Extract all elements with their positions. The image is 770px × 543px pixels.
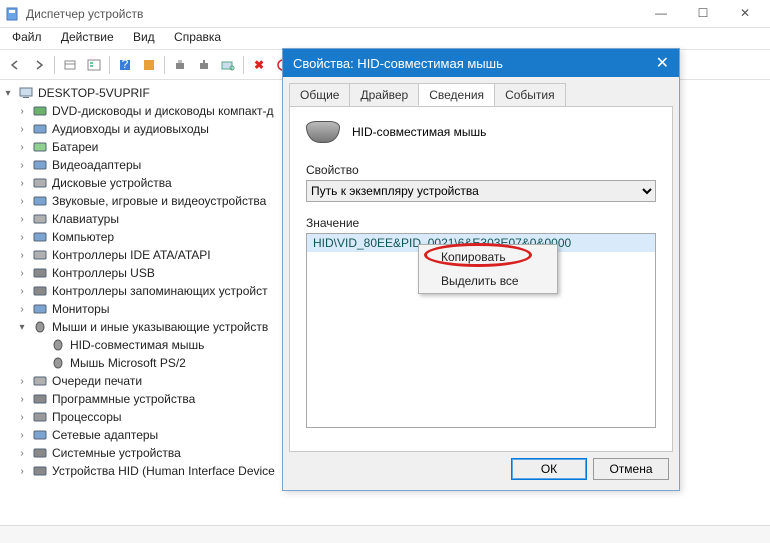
device-category-icon	[32, 392, 48, 406]
dialog-title: Свойства: HID-совместимая мышь	[293, 56, 656, 71]
device-category-icon	[32, 464, 48, 478]
menu-bar: Файл Действие Вид Справка	[0, 28, 770, 50]
device-category-icon	[32, 230, 48, 244]
dialog-titlebar: Свойства: HID-совместимая мышь ✕	[283, 49, 679, 77]
window-title: Диспетчер устройств	[26, 7, 640, 21]
device-category-icon	[32, 122, 48, 136]
menu-help[interactable]: Справка	[166, 28, 229, 46]
device-category-icon	[32, 158, 48, 172]
forward-button[interactable]	[28, 54, 50, 76]
device-category-icon	[32, 140, 48, 154]
close-button[interactable]: ✕	[724, 0, 766, 27]
tab-events[interactable]: События	[494, 83, 566, 106]
action-button[interactable]	[138, 54, 160, 76]
device-name: HID-совместимая мышь	[352, 125, 486, 139]
app-icon	[4, 6, 20, 22]
show-hidden-button[interactable]	[59, 54, 81, 76]
cancel-button[interactable]: Отмена	[593, 458, 669, 480]
device-category-icon	[32, 284, 48, 298]
device-category-icon	[32, 410, 48, 424]
tab-details[interactable]: Сведения	[418, 83, 495, 106]
dialog-close-button[interactable]: ✕	[656, 53, 669, 73]
mouse-icon	[306, 121, 340, 143]
scan-button[interactable]	[217, 54, 239, 76]
menu-view[interactable]: Вид	[125, 28, 163, 46]
uninstall-button[interactable]	[193, 54, 215, 76]
mouse-icon	[32, 320, 48, 334]
window-titlebar: Диспетчер устройств — ☐ ✕	[0, 0, 770, 28]
property-label: Свойство	[306, 163, 656, 177]
device-category-icon	[32, 176, 48, 190]
device-category-icon	[32, 446, 48, 460]
device-category-icon	[32, 194, 48, 208]
device-category-icon	[32, 374, 48, 388]
update-driver-button[interactable]	[169, 54, 191, 76]
context-select-all[interactable]: Выделить все	[419, 269, 557, 293]
property-dropdown[interactable]: Путь к экземпляру устройства	[306, 180, 656, 202]
minimize-button[interactable]: —	[640, 0, 682, 27]
tab-general[interactable]: Общие	[289, 83, 350, 106]
device-category-icon	[32, 248, 48, 262]
back-button[interactable]	[4, 54, 26, 76]
device-category-icon	[32, 104, 48, 118]
mouse-icon	[50, 356, 66, 370]
status-bar	[0, 525, 770, 543]
dialog-tabs: Общие Драйвер Сведения События	[283, 77, 679, 106]
device-category-icon	[32, 428, 48, 442]
tab-driver[interactable]: Драйвер	[349, 83, 419, 106]
device-category-icon	[32, 212, 48, 226]
context-copy[interactable]: Копировать	[419, 245, 557, 269]
help-button[interactable]: ?	[114, 54, 136, 76]
svg-text:?: ?	[122, 59, 129, 71]
context-menu: Копировать Выделить все	[418, 244, 558, 294]
ok-button[interactable]: ОК	[511, 458, 587, 480]
mouse-icon	[50, 338, 66, 352]
menu-action[interactable]: Действие	[53, 28, 122, 46]
disable-button[interactable]: ✖	[248, 54, 270, 76]
device-category-icon	[32, 266, 48, 280]
device-category-icon	[32, 302, 48, 316]
computer-icon	[18, 86, 34, 100]
menu-file[interactable]: Файл	[4, 28, 50, 46]
properties-button[interactable]	[83, 54, 105, 76]
value-label: Значение	[306, 216, 656, 230]
maximize-button[interactable]: ☐	[682, 0, 724, 27]
